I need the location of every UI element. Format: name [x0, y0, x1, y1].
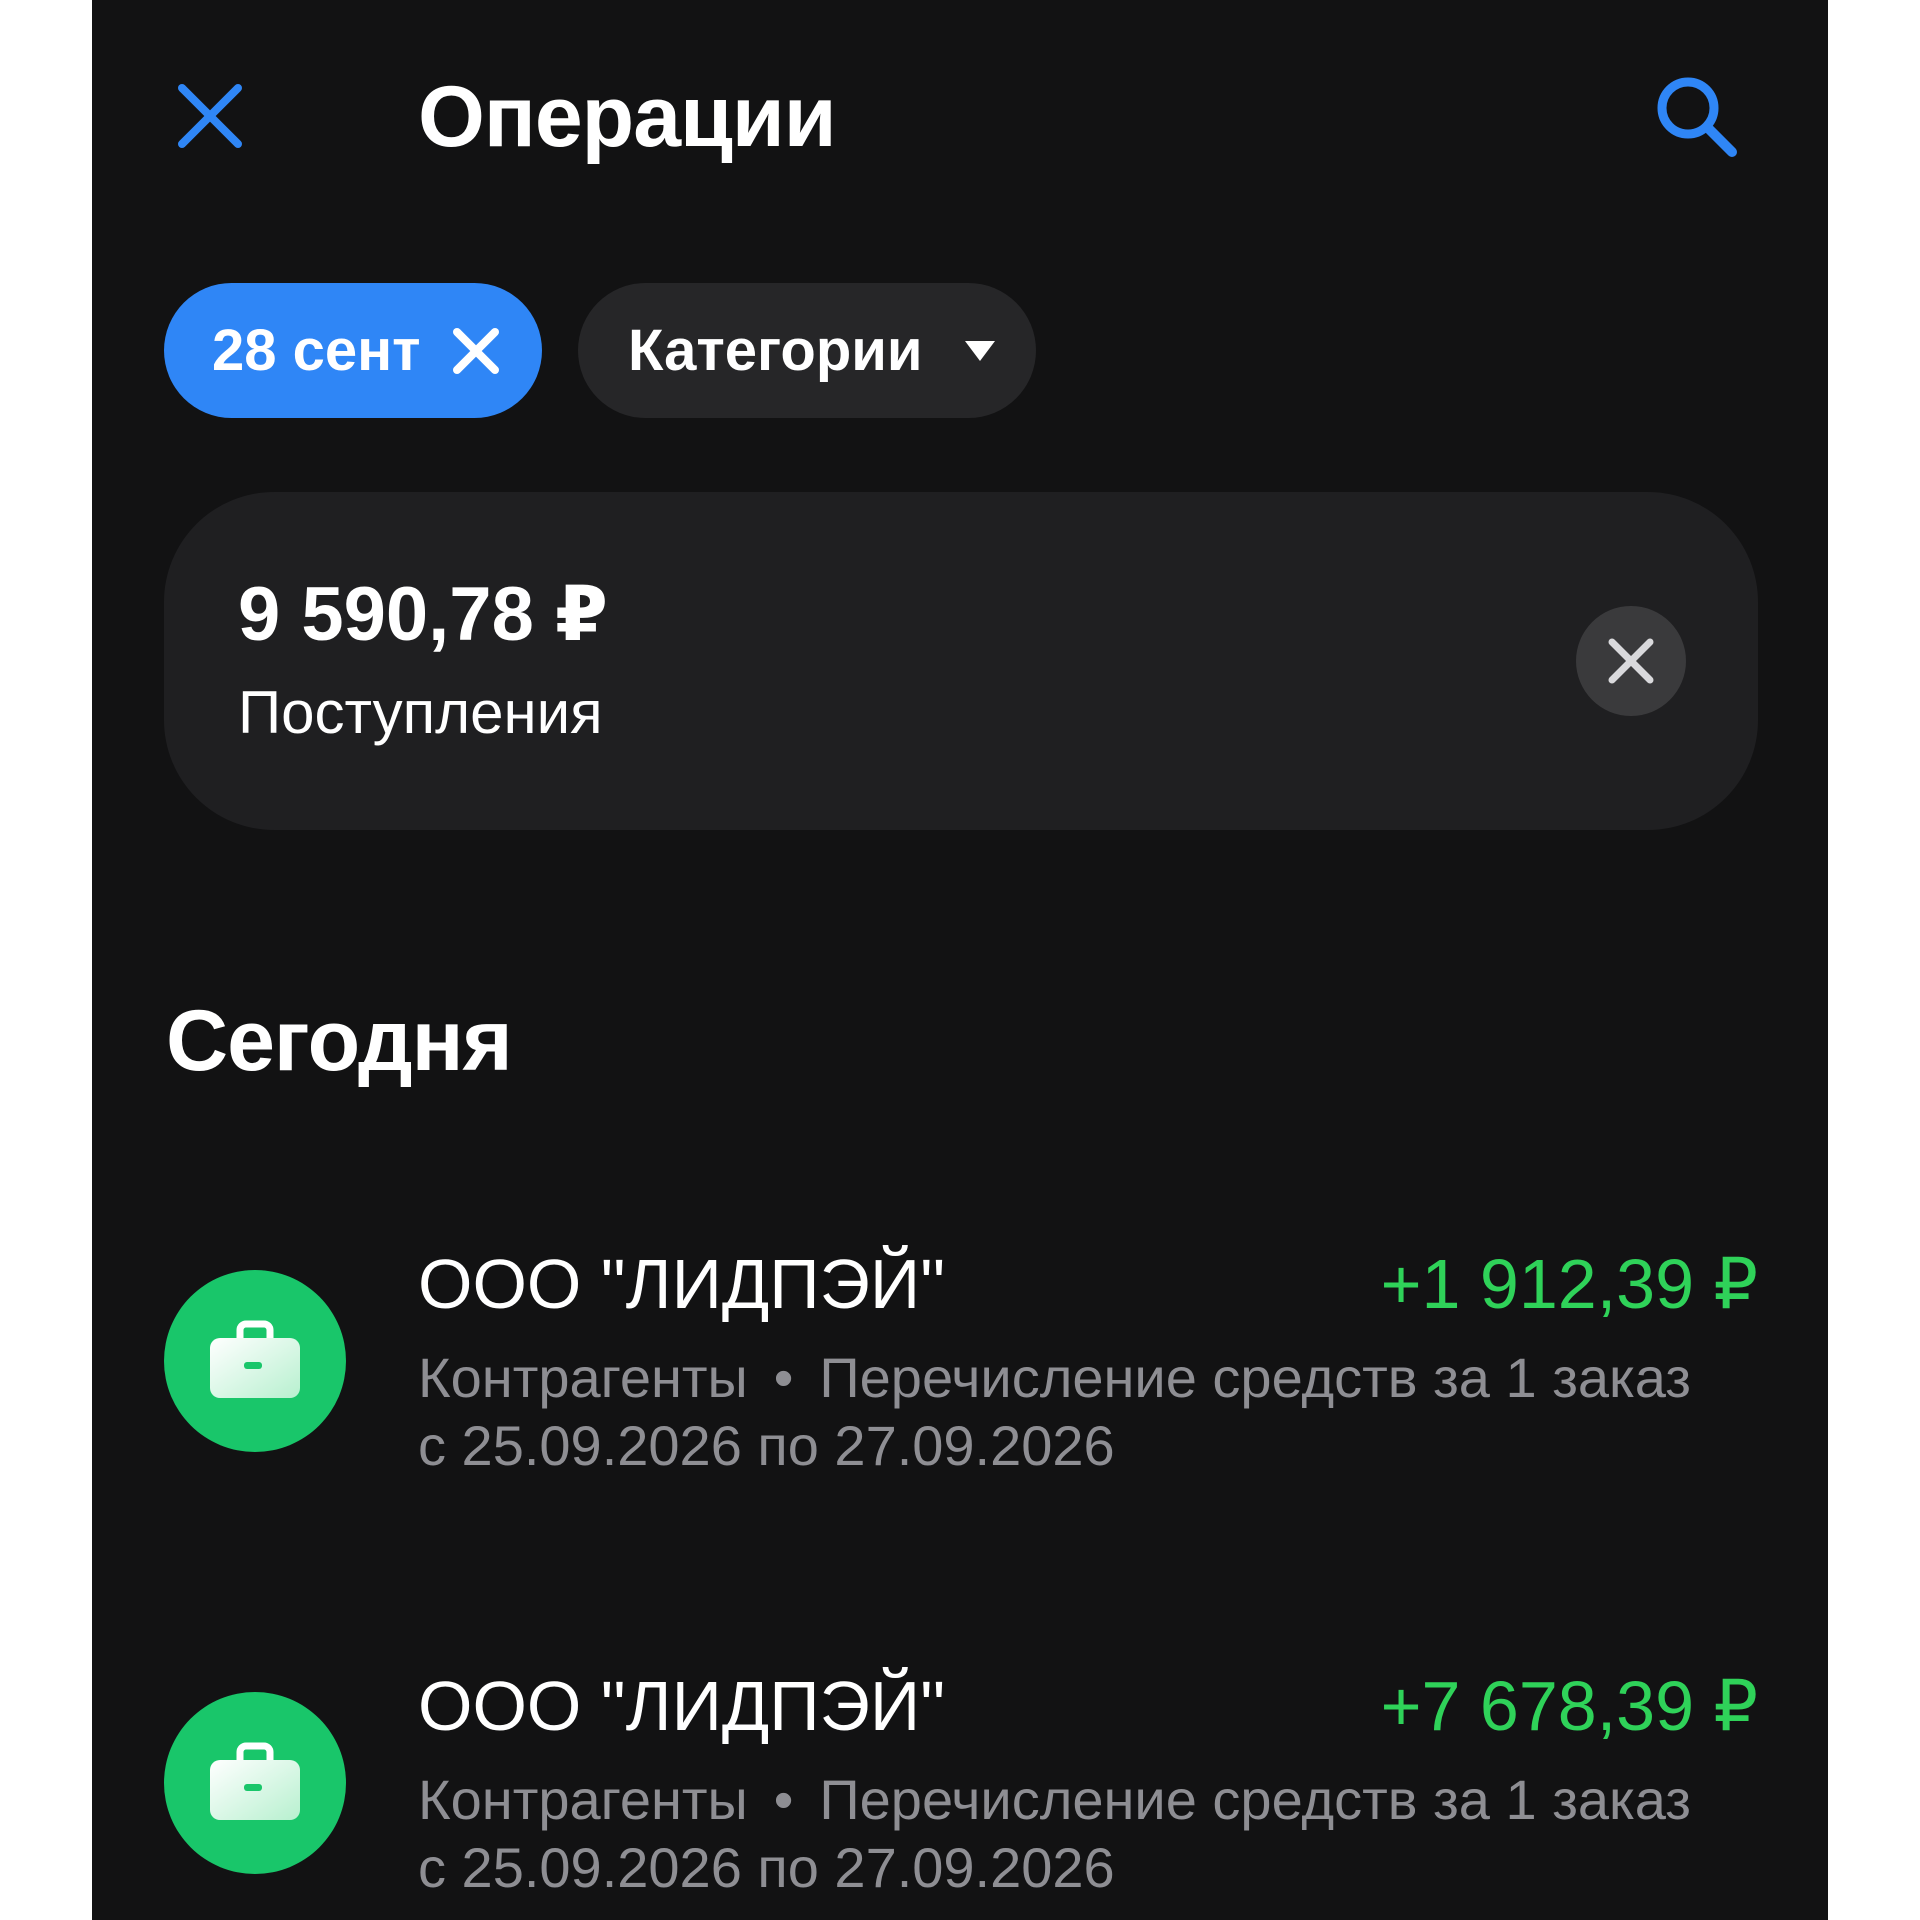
transaction-description: Контрагенты • Перечисление средств за 1 за… [418, 1766, 1698, 1902]
category-filter-label: Категории [628, 318, 923, 383]
transaction-amount: +7 678,39 ₽ [1380, 1667, 1758, 1745]
transaction-name: ООО "ЛИДПЭЙ" [418, 1245, 946, 1323]
transaction-row[interactable]: ООО "ЛИДПЭЙ" +7 678,39 ₽ Контрагенты • Пер… [92, 1654, 1828, 1920]
transaction-category: Контрагенты [418, 1346, 748, 1409]
close-icon [1608, 638, 1654, 684]
transaction-category: Контрагенты [418, 1768, 748, 1831]
transaction-name: ООО "ЛИДПЭЙ" [418, 1667, 946, 1745]
summary-amount: 9 590,78 ₽ [238, 572, 608, 657]
separator-dot: • [773, 1768, 794, 1831]
operations-screen: Операции 28 сент Категории 9 590,78 ₽ По… [92, 0, 1828, 1920]
summary-close-button[interactable] [1576, 606, 1686, 716]
transaction-avatar [164, 1270, 346, 1452]
income-summary-card[interactable]: 9 590,78 ₽ Поступления [164, 492, 1758, 830]
separator-dot: • [773, 1346, 794, 1409]
transaction-row[interactable]: ООО "ЛИДПЭЙ" +1 912,39 ₽ Контрагенты • Пер… [92, 1232, 1828, 1512]
chevron-down-icon [964, 340, 995, 361]
date-filter-label: 28 сент [212, 318, 421, 383]
close-icon [178, 84, 242, 148]
summary-label: Поступления [238, 679, 603, 746]
transaction-description: Контрагенты • Перечисление средств за 1 за… [418, 1344, 1698, 1480]
search-button[interactable] [1652, 72, 1742, 162]
close-button[interactable] [174, 80, 246, 152]
section-title-today: Сегодня [166, 993, 513, 1089]
date-filter-chip[interactable]: 28 сент [164, 283, 542, 418]
clear-date-icon[interactable] [451, 326, 501, 376]
page-title: Операции [418, 69, 837, 165]
transaction-amount: +1 912,39 ₽ [1380, 1245, 1758, 1323]
transaction-avatar [164, 1692, 346, 1874]
search-icon [1657, 77, 1737, 157]
briefcase-icon [210, 1742, 300, 1820]
category-filter-chip[interactable]: Категории [578, 283, 1036, 418]
briefcase-icon [210, 1320, 300, 1398]
